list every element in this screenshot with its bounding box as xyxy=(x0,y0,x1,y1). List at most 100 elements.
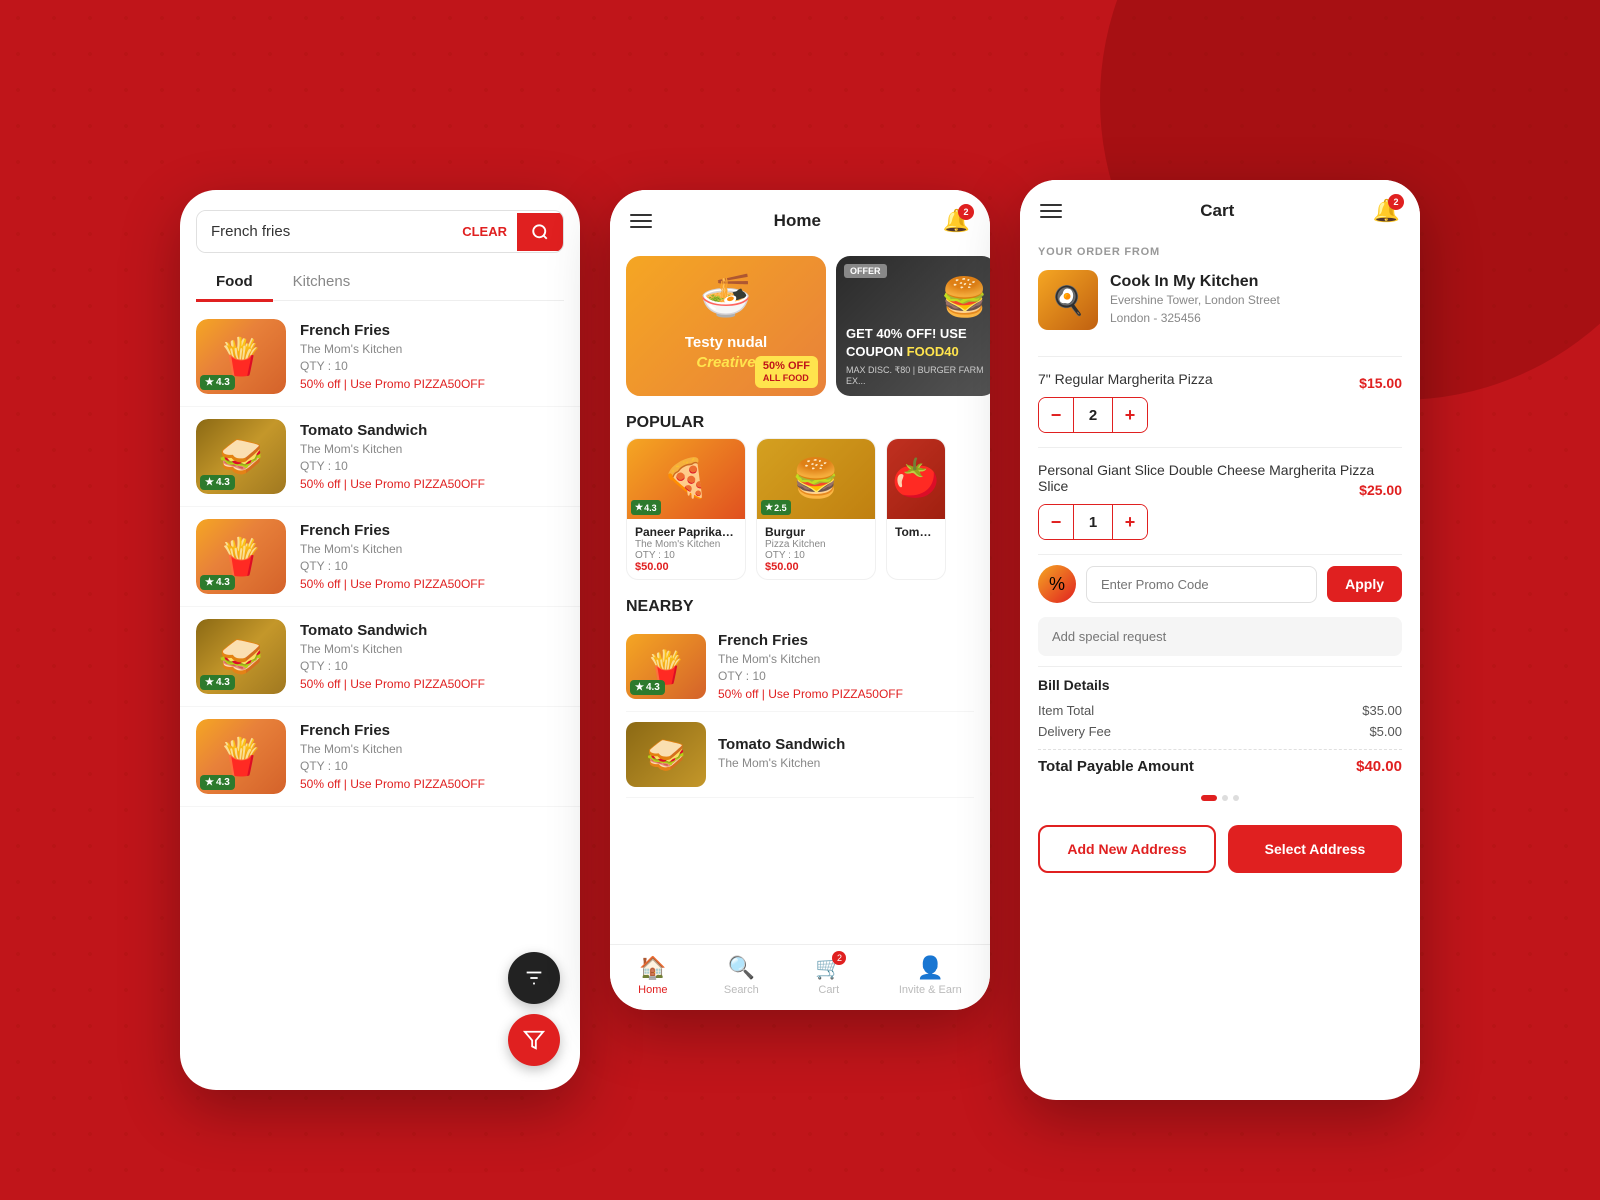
food-qty: QTY : 10 xyxy=(300,459,564,473)
nearby-section-title: NEARBY xyxy=(610,590,990,622)
food-name: Tomato Sandwich xyxy=(300,622,564,639)
notifications-button[interactable]: 🔔 2 xyxy=(943,208,970,234)
popular-item[interactable]: 🍕 ★ 4.3 Paneer Paprika Pizza The Mom's K… xyxy=(626,438,746,580)
restaurant-logo: 🍳 xyxy=(1038,270,1098,330)
restaurant-row: 🍳 Cook In My Kitchen Evershine Tower, Lo… xyxy=(1038,270,1402,330)
popular-item-qty: OTY : 10 xyxy=(765,550,867,561)
restaurant-info: Cook In My Kitchen Evershine Tower, Lond… xyxy=(1110,273,1280,327)
popular-row: 🍕 ★ 4.3 Paneer Paprika Pizza The Mom's K… xyxy=(610,438,990,590)
qty-decrease-button[interactable]: − xyxy=(1039,398,1073,432)
clear-button[interactable]: CLEAR xyxy=(452,224,517,239)
order-from-section: YOUR ORDER FROM 🍳 Cook In My Kitchen Eve… xyxy=(1020,236,1420,356)
popular-item-name: Paneer Paprika Pizza xyxy=(635,525,737,539)
food-info: French Fries The Mom's Kitchen QTY : 10 … xyxy=(300,322,564,391)
popular-card-info: Tomat... xyxy=(887,519,945,545)
food-image: ★4.3 xyxy=(196,419,286,494)
food-info: Tomato Sandwich The Mom's Kitchen QTY : … xyxy=(300,622,564,691)
tab-food[interactable]: Food xyxy=(196,263,273,300)
cart-item-name: Personal Giant Slice Double Cheese Margh… xyxy=(1038,462,1402,494)
nearby-item-info: French Fries The Mom's Kitchen OTY : 10 … xyxy=(718,632,974,701)
nearby-item-qty: OTY : 10 xyxy=(718,669,974,683)
banner-noodle[interactable]: 🍜 Testy nudalCreative 50% OFFALL FOOD xyxy=(626,256,826,396)
banner-row: 🍜 Testy nudalCreative 50% OFFALL FOOD OF… xyxy=(610,246,990,406)
rating-badge: ★ 2.5 xyxy=(761,500,791,515)
bill-title: Bill Details xyxy=(1038,677,1402,693)
item-total-value: $35.00 xyxy=(1362,703,1402,718)
tab-kitchens[interactable]: Kitchens xyxy=(273,263,371,300)
search-submit-button[interactable] xyxy=(517,213,563,251)
list-item[interactable]: ★4.3 French Fries The Mom's Kitchen QTY … xyxy=(180,307,580,407)
list-item[interactable]: ★4.3 French Fries The Mom's Kitchen QTY … xyxy=(180,507,580,607)
food-kitchen: The Mom's Kitchen xyxy=(300,442,564,456)
qty-increase-button[interactable]: + xyxy=(1113,398,1147,432)
cart-item-1: 7" Regular Margherita Pizza $15.00 − 2 + xyxy=(1020,357,1420,447)
nav-cart[interactable]: 🛒 2 Cart xyxy=(815,955,842,996)
list-item[interactable]: ★4.3 Tomato Sandwich The Mom's Kitchen Q… xyxy=(180,607,580,707)
promo-input[interactable] xyxy=(1086,566,1317,603)
notification-badge: 2 xyxy=(958,204,974,220)
list-item[interactable]: ★4.3 French Fries The Mom's Kitchen QTY … xyxy=(180,707,580,807)
rating-badge: ★4.3 xyxy=(200,475,235,490)
delivery-fee-label: Delivery Fee xyxy=(1038,724,1111,739)
nav-invite[interactable]: 👤 Invite & Earn xyxy=(899,955,962,996)
sort-fab-button[interactable] xyxy=(508,1014,560,1066)
nearby-item-kitchen: The Mom's Kitchen xyxy=(718,652,974,666)
delivery-fee-value: $5.00 xyxy=(1369,724,1402,739)
special-request-wrap xyxy=(1020,613,1420,666)
filter-fab-button[interactable] xyxy=(508,952,560,1004)
nav-home[interactable]: 🏠 Home xyxy=(638,955,667,996)
noodle-emoji: 🍜 xyxy=(700,272,752,321)
qty-value: 2 xyxy=(1073,398,1113,432)
nearby-item[interactable]: 🍟 ★ 4.3 French Fries The Mom's Kitchen O… xyxy=(626,622,974,712)
food-qty: QTY : 10 xyxy=(300,559,564,573)
popular-item[interactable]: 🍔 ★ 2.5 Burgur Pizza Kitchen OTY : 10 $5… xyxy=(756,438,876,580)
scroll-indicator xyxy=(1020,789,1420,811)
offer-tag: OFFER xyxy=(844,264,887,278)
food-kitchen: The Mom's Kitchen xyxy=(300,742,564,756)
nearby-item-name: Tomato Sandwich xyxy=(718,736,974,753)
scroll-dot xyxy=(1222,795,1228,801)
select-address-button[interactable]: Select Address xyxy=(1228,825,1402,873)
popular-item-kitchen: Pizza Kitchen xyxy=(765,539,867,550)
search-input[interactable] xyxy=(197,211,452,252)
qty-decrease-button[interactable]: − xyxy=(1039,505,1073,539)
food-qty: QTY : 10 xyxy=(300,759,564,773)
restaurant-address: Evershine Tower, London Street London - … xyxy=(1110,291,1280,327)
apply-promo-button[interactable]: Apply xyxy=(1327,566,1402,602)
banner-burger[interactable]: OFFER 🍔 GET 40% OFF! USECOUPON FOOD40 MA… xyxy=(836,256,990,396)
food-name: Tomato Sandwich xyxy=(300,422,564,439)
page-title: Home xyxy=(774,211,821,231)
list-item[interactable]: ★4.3 Tomato Sandwich The Mom's Kitchen Q… xyxy=(180,407,580,507)
food-promo: 50% off | Use Promo PIZZA50OFF xyxy=(300,777,564,791)
nearby-item[interactable]: 🥪 Tomato Sandwich The Mom's Kitchen xyxy=(626,712,974,798)
nearby-item-name: French Fries xyxy=(718,632,974,649)
cart-header: Cart 🔔 2 xyxy=(1020,180,1420,236)
special-request-input[interactable] xyxy=(1038,617,1402,656)
bill-details: Bill Details Item Total $35.00 Delivery … xyxy=(1020,667,1420,789)
menu-icon[interactable] xyxy=(630,214,652,228)
banner-title: GET 40% OFF! USECOUPON FOOD40 xyxy=(846,325,986,361)
popular-item-kitchen: The Mom's Kitchen xyxy=(635,539,737,550)
food-promo: 50% off | Use Promo PIZZA50OFF xyxy=(300,477,564,491)
popular-item-name: Burgur xyxy=(765,525,867,539)
popular-item-qty: OTY : 10 xyxy=(635,550,737,561)
qty-increase-button[interactable]: + xyxy=(1113,505,1147,539)
nearby-item-promo: 50% off | Use Promo PIZZA50OFF xyxy=(718,687,974,701)
burger-emoji: 🍔 xyxy=(941,276,988,320)
nearby-image-fries: 🍟 ★ 4.3 xyxy=(626,634,706,699)
popular-item-price: $50.00 xyxy=(765,561,867,573)
add-new-address-button[interactable]: Add New Address xyxy=(1038,825,1216,873)
total-value: $40.00 xyxy=(1356,758,1402,775)
food-qty: QTY : 10 xyxy=(300,659,564,673)
food-image: ★4.3 xyxy=(196,719,286,794)
cart-actions: Add New Address Select Address xyxy=(1020,811,1420,891)
cart-notifications-button[interactable]: 🔔 2 xyxy=(1373,198,1400,224)
order-from-label: YOUR ORDER FROM xyxy=(1038,246,1402,258)
nav-search[interactable]: 🔍 Search xyxy=(724,955,759,996)
cart-item-price: $25.00 xyxy=(1359,482,1402,498)
popular-card-info: Paneer Paprika Pizza The Mom's Kitchen O… xyxy=(627,519,745,579)
menu-icon[interactable] xyxy=(1040,204,1062,218)
popular-item[interactable]: 🍅 Tomat... xyxy=(886,438,946,580)
food-name: French Fries xyxy=(300,322,564,339)
search-phone: CLEAR Food Kitchens ★4.3 xyxy=(180,190,580,1090)
